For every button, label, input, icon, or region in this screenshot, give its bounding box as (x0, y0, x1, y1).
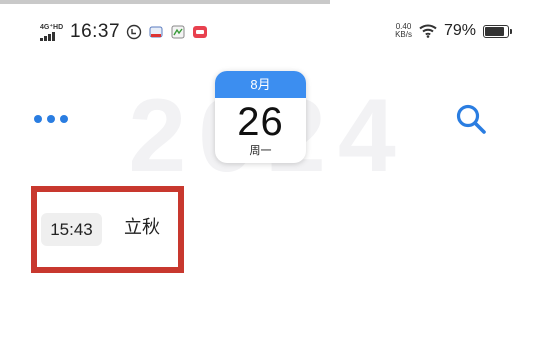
status-bar-left: 4G⁺HD 16:37 (40, 21, 208, 43)
date-card[interactable]: 8月 26 周一 (215, 71, 306, 163)
status-bar: 4G⁺HD 16:37 0.40 KB/s 79% (0, 18, 537, 48)
more-dots-icon (34, 115, 42, 123)
network-label: 4G⁺HD (40, 23, 64, 31)
network-speed: 0.40 KB/s (395, 23, 412, 39)
signal-icon (40, 31, 55, 41)
date-card-day: 26 (237, 100, 284, 144)
status-time: 16:37 (70, 21, 121, 42)
wifi-icon (419, 24, 437, 38)
network-indicator: 4G⁺HD (40, 24, 64, 41)
search-icon[interactable] (453, 101, 489, 137)
battery-level (485, 26, 504, 36)
app-notification-icon (171, 25, 185, 39)
top-divider (0, 0, 330, 4)
date-card-month: 8月 (215, 71, 306, 98)
event-time: 15:43 (41, 213, 102, 246)
more-dot (60, 115, 68, 123)
event-title[interactable]: 立秋 (124, 214, 160, 242)
date-card-weekday: 周一 (249, 145, 272, 157)
notification-badge-icon (126, 24, 142, 40)
app-notification-icon (193, 26, 208, 38)
network-speed-unit: KB/s (395, 30, 412, 39)
calendar-app-screen: 4G⁺HD 16:37 0.40 KB/s 79% 8月 26 周一 15:43… (0, 0, 537, 350)
app-notification-icon (149, 26, 163, 38)
status-bar-right: 0.40 KB/s 79% (395, 22, 512, 40)
battery-percent: 79% (443, 22, 476, 39)
more-dot (47, 115, 55, 123)
more-options-button[interactable] (34, 110, 68, 128)
battery-icon (483, 24, 512, 38)
